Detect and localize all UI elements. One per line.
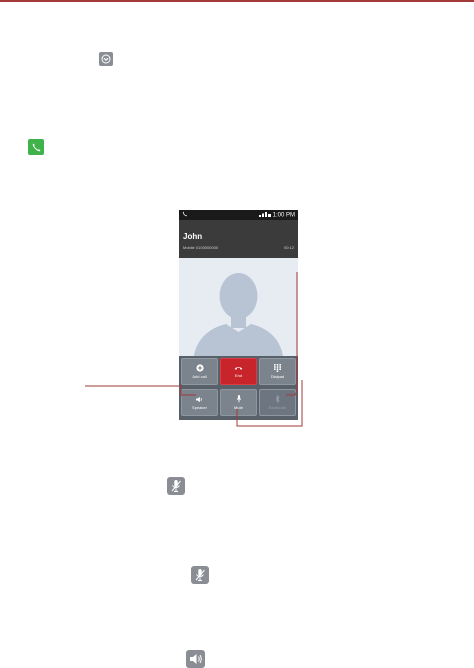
- dialpad-button[interactable]: Dialpad: [259, 358, 296, 385]
- bluetooth-label: Bluetooth: [269, 405, 286, 410]
- dialpad-label: Dialpad: [270, 374, 285, 379]
- speaker-icon: [195, 396, 204, 403]
- status-call-icon: [182, 211, 188, 219]
- speaker-icon: [186, 650, 205, 668]
- status-time: 1:00 PM: [272, 212, 295, 219]
- add-call-button[interactable]: Add call: [181, 358, 218, 385]
- add-call-label: Add call: [192, 374, 207, 379]
- contact-photo-area: [179, 258, 298, 366]
- add-call-icon: [195, 364, 204, 372]
- end-call-icon: [234, 365, 243, 371]
- call-screen-mockup: 1:00 PM John Mobile 0100000000 00:12 Add…: [179, 210, 298, 420]
- bluetooth-icon: [275, 395, 280, 403]
- status-bar: 1:00 PM: [179, 210, 298, 220]
- caller-number: Mobile 0100000000: [183, 245, 219, 250]
- phone-icon: [28, 139, 44, 155]
- mute-icon: [167, 477, 185, 495]
- bluetooth-button[interactable]: Bluetooth: [259, 389, 296, 416]
- dialpad-icon: [274, 364, 281, 372]
- avatar-silhouette-icon: [193, 273, 284, 366]
- call-header: John Mobile 0100000000 00:12: [179, 220, 298, 258]
- header-rule: [0, 0, 474, 2]
- mute-icon: [236, 395, 242, 403]
- signal-icon: [258, 211, 271, 219]
- mute-button[interactable]: Mute: [220, 389, 257, 416]
- speaker-label: Speaker: [192, 404, 207, 410]
- call-controls: Add call End Dialpad Speaker Mute Blueto…: [179, 356, 298, 420]
- mute-label: Mute: [234, 405, 243, 410]
- end-call-label: End: [234, 373, 243, 378]
- call-timer: 00:12: [283, 245, 294, 250]
- chevron-down-icon: [99, 52, 113, 66]
- speaker-button[interactable]: Speaker: [181, 389, 218, 416]
- end-call-button[interactable]: End: [220, 358, 257, 385]
- caller-name: John: [183, 232, 203, 241]
- mute-icon: [191, 566, 209, 584]
